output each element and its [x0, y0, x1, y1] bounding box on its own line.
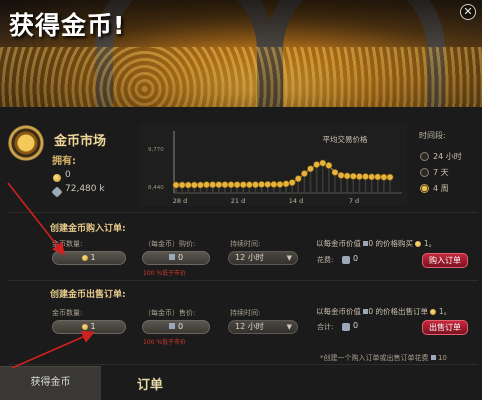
- gold-market-window: 获得金币! ✕ 金币市场 拥有: 0 72,480 k 平均交易价格 9,770 8…: [0, 0, 482, 400]
- annotation-arrow: [11, 330, 95, 369]
- annotation-arrows: [7, 182, 95, 369]
- annotation-arrow: [7, 182, 65, 256]
